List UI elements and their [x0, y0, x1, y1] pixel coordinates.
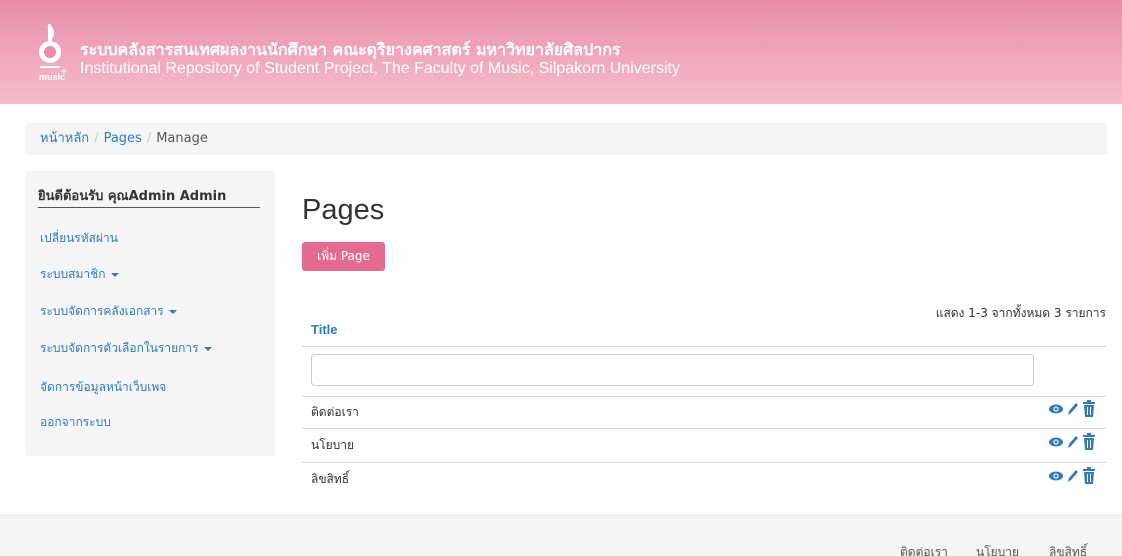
- breadcrumb: หน้าหลัก / Pages / Manage: [25, 123, 1107, 155]
- column-header-title[interactable]: Title: [311, 322, 338, 337]
- breadcrumb-home-link[interactable]: หน้าหลัก: [40, 131, 89, 146]
- sidebar-item-members[interactable]: ระบบสมาชิก: [40, 265, 119, 284]
- caret-down-icon: [203, 346, 212, 351]
- sidebar-item-label: เปลี่ยนรหัสผ่าน: [40, 231, 118, 245]
- pencil-icon[interactable]: [1066, 400, 1080, 418]
- row-actions: [1048, 400, 1100, 418]
- sidebar-item-label: ออกจากระบบ: [40, 415, 111, 429]
- footer-link-policy[interactable]: นโยบาย: [976, 543, 1019, 556]
- svg-text:+: +: [61, 67, 67, 78]
- table-row-divider: [302, 428, 1106, 429]
- trash-icon[interactable]: [1082, 433, 1096, 451]
- eye-icon[interactable]: [1048, 400, 1064, 418]
- table-row-title: นโยบาย: [311, 438, 355, 452]
- record-count-summary: แสดง 1-3 จากทั้งหมด 3 รายการ: [935, 306, 1106, 320]
- row-actions: [1048, 467, 1100, 485]
- sidebar-item-list-options[interactable]: ระบบจัดการตัวเลือกในรายการ: [40, 339, 212, 358]
- sidebar-item-label: ระบบสมาชิก: [40, 267, 106, 281]
- site-footer: ติดต่อเรา นโยบาย ลิขสิทธิ์: [0, 515, 1122, 556]
- table-header-divider: [302, 346, 1106, 347]
- sidebar: ยินดีต้อนรับ คุณAdmin Admin เปลี่ยนรหัสผ…: [25, 171, 275, 456]
- title-filter-input[interactable]: [311, 354, 1034, 386]
- table-row-divider: [302, 462, 1106, 463]
- trash-icon[interactable]: [1082, 400, 1096, 418]
- music-logo-icon[interactable]: music +: [36, 20, 68, 90]
- eye-icon[interactable]: [1048, 433, 1064, 451]
- sidebar-item-change-password[interactable]: เปลี่ยนรหัสผ่าน: [40, 229, 118, 248]
- table-row-title: ลิขสิทธิ์: [311, 472, 350, 486]
- footer-link-copyright[interactable]: ลิขสิทธิ์: [1049, 543, 1087, 556]
- footer-link-contact[interactable]: ติดต่อเรา: [900, 543, 948, 556]
- table-row-divider: [302, 396, 1106, 397]
- breadcrumb-pages-link[interactable]: Pages: [104, 131, 142, 146]
- sidebar-item-document-repository[interactable]: ระบบจัดการคลังเอกสาร: [40, 302, 177, 321]
- caret-down-icon: [110, 272, 119, 277]
- breadcrumb-separator: /: [94, 131, 99, 146]
- add-page-button[interactable]: เพิ่ม Page: [302, 242, 385, 271]
- sidebar-item-label: ระบบจัดการคลังเอกสาร: [40, 304, 164, 318]
- breadcrumb-separator: /: [146, 131, 152, 146]
- header-title-english: Institutional Repository of Student Proj…: [80, 60, 680, 77]
- sidebar-item-logout[interactable]: ออกจากระบบ: [40, 413, 111, 432]
- trash-icon[interactable]: [1082, 467, 1096, 485]
- pencil-icon[interactable]: [1066, 467, 1080, 485]
- sidebar-item-label: ระบบจัดการตัวเลือกในรายการ: [40, 341, 199, 355]
- sidebar-item-label: จัดการข้อมูลหน้าเว็บเพจ: [40, 380, 167, 394]
- sidebar-welcome-text: ยินดีต้อนรับ คุณAdmin Admin: [38, 189, 227, 204]
- caret-down-icon: [168, 309, 177, 314]
- eye-icon[interactable]: [1048, 467, 1064, 485]
- breadcrumb-current: Manage: [156, 131, 208, 146]
- pencil-icon[interactable]: [1066, 433, 1080, 451]
- site-header: music + ระบบคลังสารสนเทศผลงานนักศึกษา คณ…: [0, 0, 1122, 104]
- sidebar-item-webpage-data[interactable]: จัดการข้อมูลหน้าเว็บเพจ: [40, 378, 166, 397]
- page-title: Pages: [302, 194, 385, 226]
- sidebar-divider: [38, 207, 260, 208]
- row-actions: [1048, 433, 1100, 451]
- table-row-title: ติดต่อเรา: [311, 405, 359, 419]
